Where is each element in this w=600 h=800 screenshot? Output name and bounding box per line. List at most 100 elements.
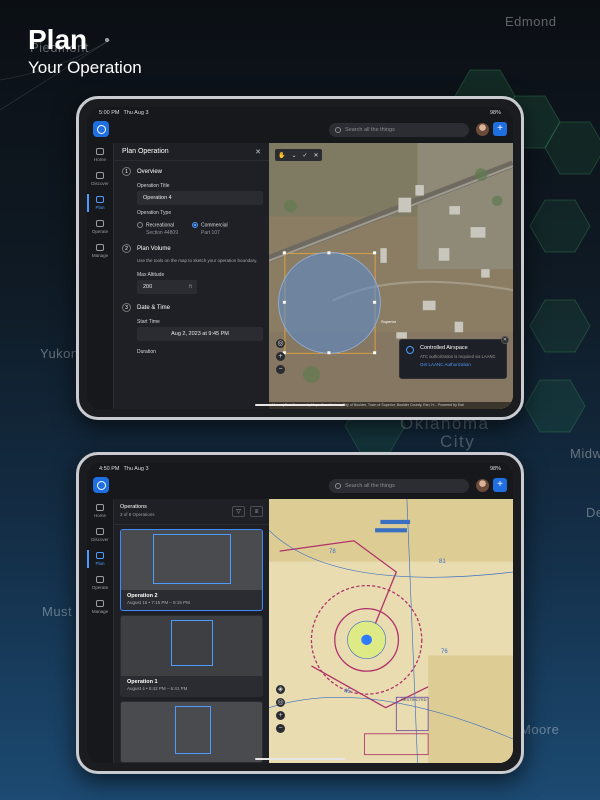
close-icon[interactable]: ✕ bbox=[501, 336, 509, 344]
search-input[interactable]: Search all the things bbox=[329, 479, 469, 493]
bg-city-yukon: Yukon bbox=[40, 346, 79, 361]
plan-volume-hint: Use the tools on the map to sketch your … bbox=[137, 258, 258, 264]
map-label-superior: Superior bbox=[381, 319, 397, 324]
satellite-map[interactable]: ✋ ⌄ ✓ ✕ Superior ◎ + − ✕ Controlled Airs… bbox=[269, 143, 513, 409]
section-date-time[interactable]: 3 Date & Time bbox=[114, 294, 269, 314]
airspace-title: Controlled Airspace bbox=[420, 345, 468, 351]
start-time-picker[interactable]: Aug 2, 2023 at 9:45 PM bbox=[137, 327, 263, 342]
check-icon[interactable]: ✓ bbox=[303, 152, 308, 159]
section-plan-volume[interactable]: 2 Plan Volume bbox=[114, 236, 269, 255]
send-icon bbox=[96, 220, 104, 227]
nav-operate-label: Operate bbox=[91, 229, 109, 234]
zoom-out-button[interactable]: − bbox=[276, 724, 285, 733]
airspace-description: ATC authorization is required via LAANC bbox=[420, 354, 496, 359]
chart-label-45: 45 bbox=[344, 689, 351, 695]
avatar[interactable] bbox=[476, 123, 489, 136]
locate-icon[interactable]: ◎ bbox=[276, 339, 285, 348]
chart-label-81: 81 bbox=[439, 559, 446, 565]
side-nav: Home Discover Plan Operate Manage bbox=[87, 499, 113, 763]
pin-icon bbox=[96, 552, 104, 559]
nav-item-plan[interactable]: Plan bbox=[87, 547, 113, 571]
zoom-in-button[interactable]: + bbox=[276, 711, 285, 720]
bg-city-mustang: Must bbox=[42, 604, 73, 619]
nav-item-home[interactable]: Home bbox=[87, 143, 113, 167]
zoom-in-button[interactable]: + bbox=[276, 352, 285, 361]
operation-thumbnail bbox=[121, 616, 262, 676]
nav-plan-label: Plan bbox=[95, 561, 105, 566]
tablet-screen: 4:50 PM Thu Aug 3 98% Search all the thin… bbox=[87, 463, 513, 763]
nav-item-home[interactable]: Home bbox=[87, 499, 113, 523]
radio-recreational-sub: Section 44809 bbox=[146, 230, 178, 237]
nav-item-manage[interactable]: Manage bbox=[87, 595, 113, 619]
home-indicator[interactable] bbox=[255, 758, 345, 760]
chevron-down-icon[interactable]: ⌄ bbox=[291, 152, 296, 159]
nav-home-label: Home bbox=[93, 513, 106, 518]
add-button[interactable]: + bbox=[493, 122, 507, 136]
laanc-authorization-link[interactable]: Get LAANC Authorization bbox=[420, 362, 500, 367]
max-altitude-unit: ft bbox=[188, 284, 192, 291]
nav-item-discover[interactable]: Discover bbox=[87, 523, 113, 547]
duration-label: Duration bbox=[137, 349, 156, 356]
section-overview[interactable]: 1 Overview bbox=[114, 161, 269, 178]
operation-name: Operation 2 bbox=[127, 593, 158, 599]
status-date: Thu Aug 3 bbox=[123, 466, 149, 472]
top-bar: Search all the things + bbox=[87, 475, 513, 499]
close-icon[interactable]: ✕ bbox=[255, 148, 261, 156]
layers-icon[interactable]: ◈ bbox=[276, 685, 285, 694]
tablet-plan-operation: 5:00 PM Thu Aug 3 98% Search all the thin… bbox=[76, 96, 524, 420]
panel-header: Plan Operation ✕ bbox=[114, 143, 269, 161]
max-altitude-label: Max Altitude bbox=[137, 272, 165, 279]
bg-city-edmond: Edmond bbox=[505, 14, 557, 29]
status-time: 4:50 PM bbox=[99, 466, 120, 472]
operation-title-input[interactable]: Operation 4 bbox=[137, 191, 263, 205]
avatar[interactable] bbox=[476, 479, 489, 492]
status-bar: 5:00 PM Thu Aug 3 98% bbox=[87, 107, 513, 119]
hand-icon[interactable]: ✋ bbox=[278, 152, 285, 159]
close-icon[interactable]: ✕ bbox=[314, 152, 319, 159]
status-date: Thu Aug 3 bbox=[123, 110, 149, 116]
operation-card[interactable]: Operation 1 August 4 • 5:42 PM – 6:41 PM bbox=[120, 615, 263, 697]
nav-item-discover[interactable]: Discover bbox=[87, 167, 113, 191]
nav-item-manage[interactable]: Manage bbox=[87, 239, 113, 263]
book-icon bbox=[96, 172, 104, 179]
chart-label-restricted: RESTRICTED bbox=[401, 697, 427, 702]
operation-date: August 4 • 5:42 PM – 6:41 PM bbox=[127, 686, 188, 691]
max-altitude-value: 200 bbox=[143, 284, 153, 291]
clipboard-icon bbox=[96, 600, 104, 607]
app-logo-icon[interactable] bbox=[93, 121, 109, 137]
nav-item-plan[interactable]: Plan bbox=[87, 191, 113, 215]
operation-thumbnail bbox=[121, 702, 262, 762]
status-bar: 4:50 PM Thu Aug 3 98% bbox=[87, 463, 513, 475]
nav-manage-label: Manage bbox=[91, 609, 109, 614]
airspace-info-icon bbox=[406, 346, 414, 354]
home-indicator[interactable] bbox=[255, 404, 345, 406]
nav-item-operate[interactable]: Operate bbox=[87, 215, 113, 239]
nav-item-operate[interactable]: Operate bbox=[87, 571, 113, 595]
start-time-label: Start Time bbox=[137, 319, 160, 326]
radio-recreational[interactable]: Recreational Section 44809 bbox=[137, 222, 178, 236]
search-placeholder: Search all the things bbox=[345, 483, 395, 489]
add-button[interactable]: + bbox=[493, 478, 507, 492]
sort-icon[interactable]: ≡ bbox=[250, 506, 263, 517]
app-logo-icon[interactable] bbox=[93, 477, 109, 493]
operation-card[interactable]: Operation 2 August 16 • 7:15 PM – 8:15 P… bbox=[120, 529, 263, 611]
top-bar: Search all the things + bbox=[87, 119, 513, 143]
search-input[interactable]: Search all the things bbox=[329, 123, 469, 137]
max-altitude-input[interactable]: 200 ft bbox=[137, 280, 197, 295]
sectional-chart-map[interactable]: RESTRICTED 78 81 76 45 ◈ ◎ + − bbox=[269, 499, 513, 763]
locate-icon[interactable]: ◎ bbox=[276, 698, 285, 707]
controlled-airspace-zone bbox=[278, 251, 381, 354]
operation-name: Operation 1 bbox=[127, 679, 158, 685]
section-number: 2 bbox=[122, 244, 131, 254]
zoom-out-button[interactable]: − bbox=[276, 365, 285, 374]
home-icon bbox=[96, 504, 104, 511]
operation-thumbnail bbox=[121, 530, 262, 590]
controlled-airspace-card[interactable]: ✕ Controlled Airspace ATC authorization … bbox=[399, 336, 509, 379]
nav-discover-label: Discover bbox=[91, 537, 109, 542]
filter-icon[interactable]: ▽ bbox=[232, 506, 245, 517]
operation-card[interactable] bbox=[120, 701, 263, 763]
operation-type-radio-group: Recreational Section 44809 Commercial Part… bbox=[114, 218, 269, 236]
radio-commercial[interactable]: Commercial Part 107 bbox=[191, 222, 228, 236]
side-nav: Home Discover Plan Operate Manage bbox=[87, 143, 113, 409]
operation-type-label: Operation Type bbox=[137, 210, 172, 216]
